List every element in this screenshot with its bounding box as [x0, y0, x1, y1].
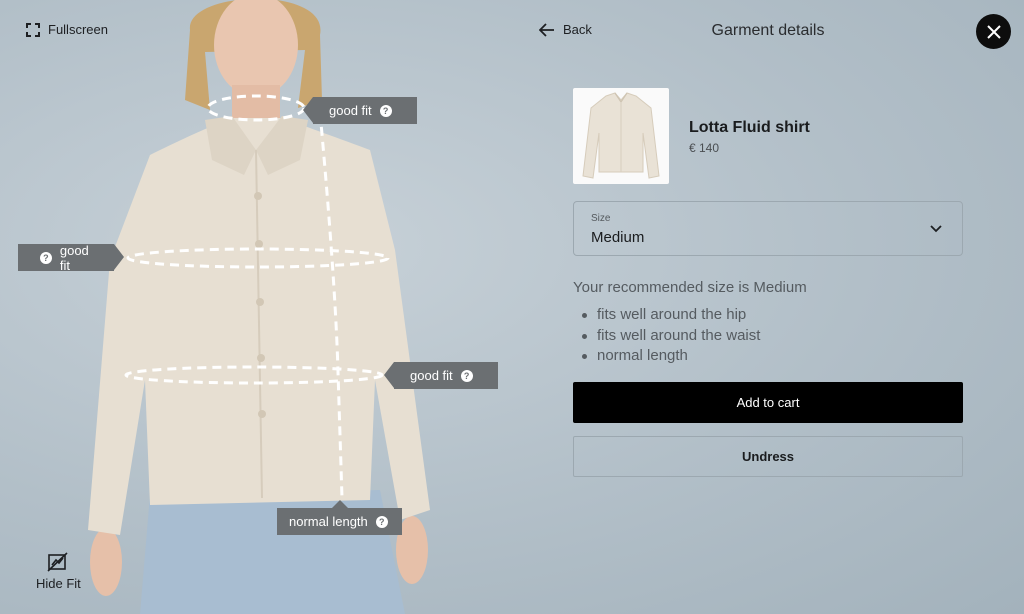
help-icon: ? [375, 515, 388, 528]
product-price: € 140 [689, 141, 720, 155]
virtual-try-on: good fit ? ? good fit good fit ? normal … [0, 0, 1024, 614]
list-item: normal length [580, 346, 760, 367]
model-image [88, 0, 430, 614]
close-icon [986, 24, 1001, 39]
page-title: Garment details [711, 22, 825, 39]
hide-fit-button[interactable]: Hide Fit [36, 552, 81, 591]
product-name: Lotta Fluid shirt [689, 119, 810, 136]
size-label: Size [591, 213, 611, 224]
size-value: Medium [591, 229, 645, 246]
list-item: fits well around the hip [580, 305, 760, 326]
chevron-down-icon [930, 225, 942, 233]
fit-tag-label: good fit [59, 242, 89, 273]
size-select[interactable]: Size Medium [573, 201, 963, 256]
back-label: Back [563, 22, 592, 37]
fullscreen-button[interactable]: Fullscreen [26, 22, 108, 37]
hide-fit-label: Hide Fit [36, 576, 81, 591]
fit-tag-label: good fit [329, 103, 372, 118]
fit-tag-length[interactable]: normal length ? [277, 500, 402, 535]
shirt-image [582, 92, 660, 179]
add-to-cart-button[interactable]: Add to cart [573, 382, 963, 423]
size-recommendation: Your recommended size is Medium [573, 279, 807, 296]
fullscreen-label: Fullscreen [48, 22, 108, 37]
help-icon: ? [40, 251, 52, 264]
product-thumbnail [573, 88, 669, 184]
fullscreen-icon [26, 22, 40, 37]
fit-tag-collar[interactable]: good fit ? [303, 97, 417, 124]
fit-tag-label: normal length [289, 514, 368, 529]
back-button[interactable]: Back [539, 22, 592, 37]
arrow-left-icon [539, 22, 554, 37]
hide-fit-icon [47, 552, 68, 572]
list-item: fits well around the waist [580, 326, 760, 347]
fit-tag-chest[interactable]: ? good fit [18, 242, 124, 273]
undress-button[interactable]: Undress [573, 436, 963, 477]
fit-reasons-list: fits well around the hip fits well aroun… [580, 305, 760, 367]
fit-tag-waist[interactable]: good fit ? [384, 362, 498, 389]
help-icon: ? [379, 104, 392, 117]
fit-tag-label: good fit [410, 368, 453, 383]
close-button[interactable] [976, 14, 1011, 49]
help-icon: ? [460, 369, 473, 382]
